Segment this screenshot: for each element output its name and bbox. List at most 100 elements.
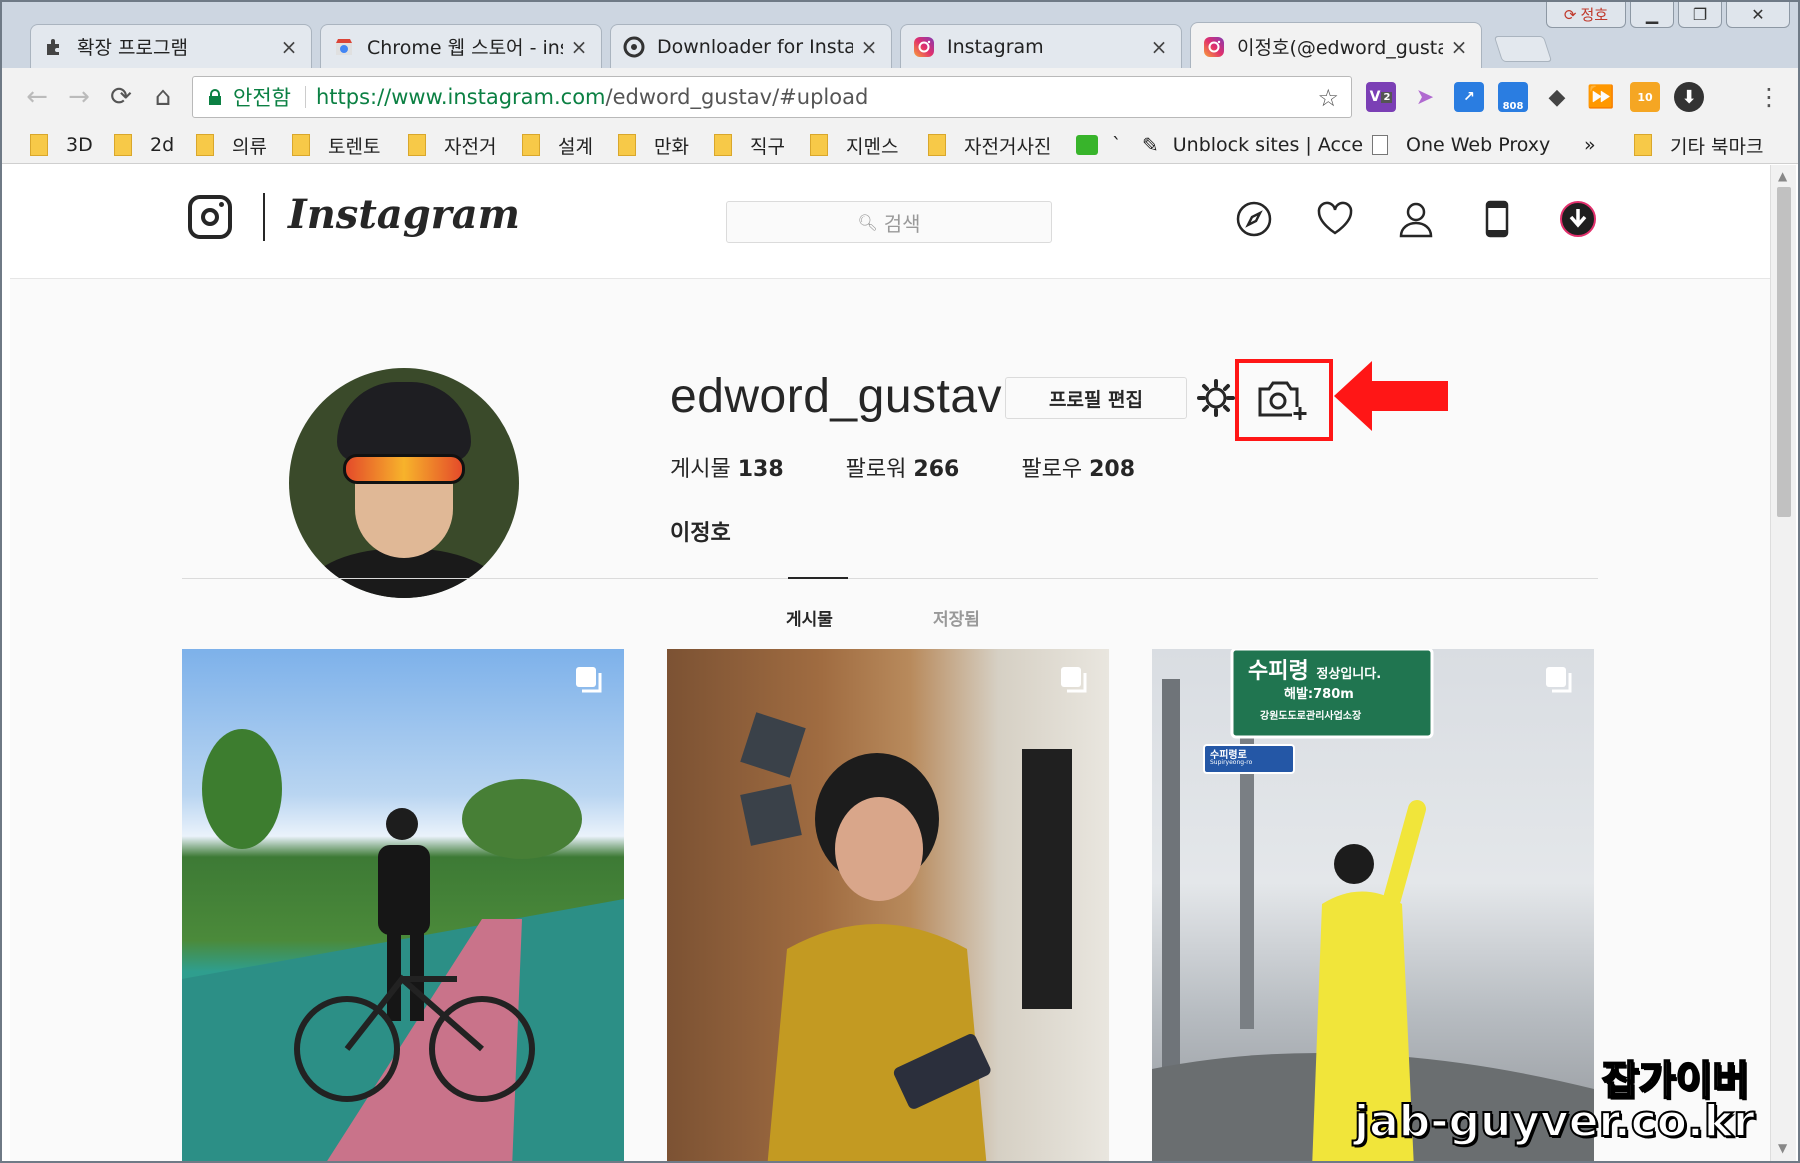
activity-heart-icon[interactable] [1313, 197, 1357, 241]
url-path: /edword_gustav/#upload [605, 85, 869, 109]
bookmark-folder[interactable]: 의류 [196, 132, 267, 158]
page-viewport: Instagram 🔍︎ 검색 edword_gustav 프로필 편집 게시물… [10, 165, 1770, 1161]
profile-stats: 게시물 138 팔로워 266 팔로우 208 [670, 451, 1197, 483]
bookmark-folder[interactable]: 2d [114, 132, 174, 158]
forward-button[interactable]: → [62, 80, 96, 114]
tab-instagram[interactable]: Instagram × [900, 24, 1182, 68]
explore-compass-icon[interactable] [1232, 197, 1276, 241]
camera-upload-icon[interactable] [1256, 377, 1308, 421]
pen-icon: ✎ [1142, 133, 1159, 157]
restore-button[interactable]: ❐ [1678, 2, 1722, 28]
tab-title: 확장 프로그램 [77, 37, 188, 59]
cursor-ext-icon[interactable]: ➤ [1410, 82, 1440, 112]
home-button[interactable]: ⌂ [146, 80, 180, 114]
bookmark-folder[interactable]: 설계 [522, 132, 593, 158]
close-tab-icon[interactable]: × [1149, 35, 1169, 59]
search-input[interactable]: 🔍︎ 검색 [726, 201, 1052, 243]
tab-downloader[interactable]: Downloader for Instagra × [610, 24, 892, 68]
lion-ext-icon[interactable]: 10 [1630, 82, 1660, 112]
back-button[interactable]: ← [20, 80, 54, 114]
post-thumbnail[interactable]: 수피령 정상입니다. 해발:780m 강원도도로관리사업소장 수피령로 Supi… [1152, 649, 1594, 1161]
bookmark-unblock[interactable]: ✎ Unblock sites | Acce [1142, 132, 1363, 158]
bookmarks-overflow-button[interactable]: » [1584, 132, 1596, 158]
bookmark-folder[interactable]: 자전거사진 [928, 132, 1051, 158]
close-tab-icon[interactable]: × [859, 35, 879, 59]
edit-profile-button[interactable]: 프로필 편집 [1005, 377, 1187, 419]
bookmark-folder[interactable]: 만화 [618, 132, 689, 158]
folder-icon [1634, 134, 1652, 156]
red-arrow-icon [1334, 361, 1448, 431]
folder-icon [810, 134, 828, 156]
address-bar[interactable]: 안전함 https://www.instagram.com /edword_gu… [192, 76, 1352, 118]
eraser-ext-icon[interactable]: ◆ [1542, 82, 1572, 112]
active-tab-indicator [788, 577, 848, 579]
tab-title: Instagram [947, 35, 1044, 58]
instagram-icon [913, 36, 935, 58]
tab-extensions[interactable]: 확장 프로그램 × [30, 24, 312, 68]
other-bookmarks[interactable]: 기타 북마크 [1634, 132, 1763, 158]
close-window-button[interactable]: ✕ [1726, 2, 1790, 28]
multiple-photos-icon [1061, 667, 1087, 693]
multiple-photos-icon [1546, 667, 1572, 693]
multiple-photos-icon [576, 667, 602, 693]
sign-altitude: 해발:780m [1284, 687, 1354, 702]
minimize-button[interactable]: ▁ [1630, 2, 1674, 28]
post-thumbnail[interactable] [667, 649, 1109, 1161]
profile-username: edword_gustav [670, 370, 1003, 423]
bookmark-folder[interactable]: 직구 [714, 132, 785, 158]
followers-stat[interactable]: 팔로워 266 [846, 451, 960, 483]
bookmark-folder[interactable]: 3D [30, 132, 93, 158]
bookmark-folder[interactable]: 자전거 [408, 132, 496, 158]
instagram-icon [1203, 36, 1225, 58]
scroll-up-icon[interactable]: ▲ [1778, 169, 1787, 183]
tab-saved[interactable]: 저장됨 [933, 605, 980, 630]
close-tab-icon[interactable]: × [279, 35, 299, 59]
post-thumbnail[interactable] [182, 649, 624, 1161]
vimium-ext-icon[interactable]: V2 [1366, 82, 1396, 112]
instagram-wordmark[interactable]: Instagram [288, 191, 520, 238]
bookmark-blog[interactable]: ` [1076, 132, 1122, 158]
tab-posts[interactable]: 게시물 [786, 605, 833, 630]
chart-ext-icon[interactable]: ↗ [1454, 82, 1484, 112]
profile-person-icon[interactable] [1394, 197, 1438, 241]
menu-kebab-icon[interactable]: ⋮ [1752, 80, 1786, 114]
mobile-phone-icon[interactable] [1475, 197, 1519, 241]
puzzle-icon [43, 36, 65, 58]
folder-icon [522, 134, 540, 156]
post-image [740, 712, 1072, 1161]
bookmark-star-icon[interactable]: ☆ [1317, 84, 1339, 112]
bookmark-proxy[interactable]: One Web Proxy [1372, 132, 1550, 158]
page-scrollbar[interactable]: ▲ ▼ [1770, 165, 1796, 1161]
instagram-glyph-icon[interactable] [188, 195, 232, 239]
scrollbar-thumb[interactable] [1777, 187, 1791, 517]
sign-authority: 강원도도로관리사업소장 [1260, 711, 1362, 722]
reload-button[interactable]: ⟳ [104, 80, 138, 114]
browser-window: 확장 프로그램 × Chrome 웹 스토어 - inst × Download… [0, 0, 1800, 1163]
close-tab-icon[interactable]: × [1449, 35, 1469, 59]
tab-chrome-store[interactable]: Chrome 웹 스토어 - inst × [320, 24, 602, 68]
counter-ext-icon[interactable]: 808 [1498, 82, 1528, 112]
posts-stat[interactable]: 게시물 138 [670, 451, 784, 483]
lock-icon [209, 89, 221, 105]
tab-title: 이정호(@edword_gustav [1237, 37, 1443, 59]
following-stat[interactable]: 팔로우 208 [1021, 451, 1135, 483]
bookmark-folder[interactable]: 지멘스 [810, 132, 898, 158]
download-ext-icon[interactable]: ⬇ [1674, 82, 1704, 112]
profile-full-name: 이정호 [670, 521, 731, 546]
blog-icon [1076, 135, 1098, 155]
forward-ext-icon[interactable]: ⏩ [1586, 82, 1616, 112]
folder-icon [114, 134, 132, 156]
tab-profile-active[interactable]: 이정호(@edword_gustav × [1190, 22, 1482, 70]
new-tab-button[interactable] [1493, 36, 1553, 62]
profile-button[interactable]: ⟳ 정호 [1546, 2, 1626, 28]
profile-avatar[interactable] [289, 368, 519, 598]
settings-gear-icon[interactable] [1196, 378, 1236, 418]
bookmark-folder[interactable]: 토렌토 [292, 132, 380, 158]
download-ext-icon[interactable] [1556, 197, 1600, 241]
scroll-down-icon[interactable]: ▼ [1778, 1141, 1787, 1155]
close-tab-icon[interactable]: × [569, 35, 589, 59]
url-host: https://www.instagram.com [315, 85, 606, 109]
ig-header: Instagram 🔍︎ 검색 [10, 165, 1770, 279]
logo-divider [263, 193, 265, 241]
folder-icon [408, 134, 426, 156]
